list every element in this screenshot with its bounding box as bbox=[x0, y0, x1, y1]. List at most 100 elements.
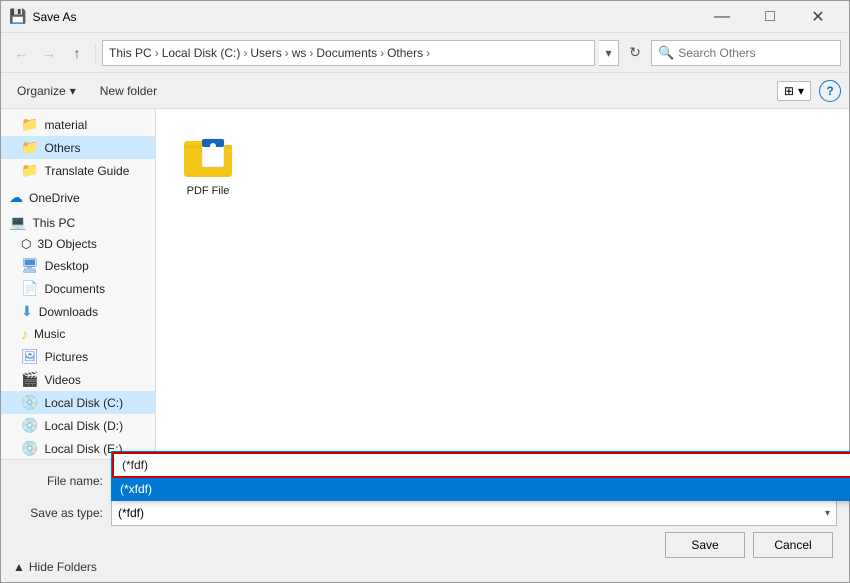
sidebar-item-local-disk-d-label: Local Disk (D:) bbox=[44, 419, 123, 433]
sidebar-item-translate-guide[interactable]: 📁 Translate Guide bbox=[1, 159, 155, 182]
sidebar-item-this-pc[interactable]: 💻 This PC bbox=[1, 211, 155, 234]
sidebar-item-music[interactable]: ♪ Music bbox=[1, 323, 155, 345]
filetype-value: (*fdf) bbox=[118, 506, 144, 520]
filetype-label: Save as type: bbox=[13, 506, 103, 520]
pdf-folder-icon bbox=[182, 129, 234, 181]
up-button[interactable]: ↑ bbox=[65, 41, 89, 65]
sidebar-item-others-label: Others bbox=[44, 141, 80, 155]
address-dropdown[interactable]: ▾ bbox=[599, 40, 619, 66]
close-button[interactable]: ✕ bbox=[795, 1, 841, 33]
help-button[interactable]: ? bbox=[819, 80, 841, 102]
download-icon: ⬇ bbox=[21, 303, 33, 320]
collapse-icon: ▲ bbox=[13, 560, 25, 574]
folder-icon: 📁 bbox=[21, 116, 38, 133]
file-item-pdf[interactable]: PDF File bbox=[168, 121, 248, 205]
hide-folders-row: ▲ Hide Folders bbox=[13, 560, 837, 574]
organize-arrow-icon: ▾ bbox=[70, 84, 76, 98]
dialog-title: Save As bbox=[32, 10, 699, 24]
docs-icon: 📄 bbox=[21, 280, 38, 297]
sidebar-item-desktop-label: Desktop bbox=[45, 259, 89, 273]
nav-separator bbox=[95, 43, 96, 63]
breadcrumb-ws: ws bbox=[292, 46, 307, 60]
view-arrow-icon: ▾ bbox=[798, 84, 804, 98]
sidebar-item-downloads[interactable]: ⬇ Downloads bbox=[1, 300, 155, 323]
organize-button[interactable]: Organize ▾ bbox=[9, 81, 84, 101]
sidebar-item-3d-objects-label: 3D Objects bbox=[37, 237, 96, 251]
sidebar-item-local-disk-c-label: Local Disk (C:) bbox=[44, 396, 123, 410]
sidebar-item-onedrive-label: OneDrive bbox=[29, 191, 80, 205]
view-button[interactable]: ⊞ ▾ bbox=[777, 81, 811, 101]
button-row: Save Cancel bbox=[13, 532, 837, 558]
bottom-area: File name: ▾ Save as type: (*fdf) ▾ (*fd… bbox=[1, 459, 849, 582]
desktop-icon: 🖥 bbox=[21, 257, 39, 274]
view-icon: ⊞ bbox=[784, 84, 794, 98]
sidebar-item-material-label: material bbox=[44, 118, 87, 132]
content-area: 📁 material 📁 Others 📁 Translate Guide ☁ … bbox=[1, 109, 849, 459]
sidebar-item-pictures[interactable]: 🖼 Pictures bbox=[1, 345, 155, 368]
sidebar-item-videos[interactable]: 🎬 Videos bbox=[1, 368, 155, 391]
breadcrumb-documents: Documents bbox=[316, 46, 377, 60]
new-folder-label: New folder bbox=[100, 84, 157, 98]
save-button[interactable]: Save bbox=[665, 532, 745, 558]
pc-icon: 💻 bbox=[9, 214, 26, 231]
breadcrumb-localdisk: Local Disk (C:) bbox=[162, 46, 241, 60]
cube-icon: ⬡ bbox=[21, 237, 31, 251]
sidebar-item-videos-label: Videos bbox=[44, 373, 80, 387]
title-bar: 💾 Save As — □ ✕ bbox=[1, 1, 849, 33]
minimize-button[interactable]: — bbox=[699, 1, 745, 33]
drive-icon: 💿 bbox=[21, 440, 38, 457]
main-content: PDF File bbox=[156, 109, 849, 459]
onedrive-icon: ☁ bbox=[9, 189, 23, 206]
sidebar-item-local-disk-d[interactable]: 💿 Local Disk (D:) bbox=[1, 414, 155, 437]
sidebar-item-music-label: Music bbox=[34, 327, 65, 341]
maximize-button[interactable]: □ bbox=[747, 1, 793, 33]
breadcrumb-users: Users bbox=[250, 46, 281, 60]
search-input[interactable] bbox=[678, 46, 834, 60]
toolbar: ← → ↑ This PC › Local Disk (C:) › Users … bbox=[1, 33, 849, 73]
forward-button[interactable]: → bbox=[37, 41, 61, 65]
sidebar-item-onedrive[interactable]: ☁ OneDrive bbox=[1, 186, 155, 209]
filename-label: File name: bbox=[13, 474, 103, 488]
breadcrumb-others: Others bbox=[387, 46, 423, 60]
hide-folders-label: Hide Folders bbox=[29, 560, 97, 574]
drive-icon: 💿 bbox=[21, 417, 38, 434]
back-button[interactable]: ← bbox=[9, 41, 33, 65]
hide-folders-button[interactable]: ▲ Hide Folders bbox=[13, 560, 97, 574]
drive-icon: 💿 bbox=[21, 394, 38, 411]
action-bar: Organize ▾ New folder ⊞ ▾ ? bbox=[1, 73, 849, 109]
sidebar-item-material[interactable]: 📁 material bbox=[1, 113, 155, 136]
filetype-dropdown-icon: ▾ bbox=[825, 508, 830, 519]
sidebar-item-local-disk-c[interactable]: 💿 Local Disk (C:) bbox=[1, 391, 155, 414]
video-icon: 🎬 bbox=[21, 371, 38, 388]
file-item-pdf-label: PDF File bbox=[187, 185, 230, 197]
breadcrumb-thispc: This PC bbox=[109, 46, 152, 60]
filetype-option-fdf[interactable]: (*fdf) bbox=[112, 452, 850, 478]
sidebar-item-3d-objects[interactable]: ⬡ 3D Objects bbox=[1, 234, 155, 254]
new-folder-button[interactable]: New folder bbox=[92, 81, 165, 101]
sidebar-item-desktop[interactable]: 🖥 Desktop bbox=[1, 254, 155, 277]
sidebar-item-documents-label: Documents bbox=[44, 282, 105, 296]
sidebar-item-translate-guide-label: Translate Guide bbox=[44, 164, 129, 178]
folder-icon: 📁 bbox=[21, 162, 38, 179]
filetype-dropdown: (*fdf) (*xfdf) bbox=[111, 451, 850, 501]
sidebar-item-pictures-label: Pictures bbox=[45, 350, 88, 364]
filetype-select[interactable]: (*fdf) ▾ (*fdf) (*xfdf) bbox=[111, 500, 837, 526]
save-as-dialog: 💾 Save As — □ ✕ ← → ↑ This PC › Local Di… bbox=[0, 0, 850, 583]
search-icon: 🔍 bbox=[658, 45, 674, 61]
sidebar-item-downloads-label: Downloads bbox=[39, 305, 98, 319]
search-box[interactable]: 🔍 bbox=[651, 40, 841, 66]
cancel-button[interactable]: Cancel bbox=[753, 532, 833, 558]
pdf-folder-svg bbox=[182, 131, 234, 179]
sidebar-item-others[interactable]: 📁 Others bbox=[1, 136, 155, 159]
picture-icon: 🖼 bbox=[21, 348, 39, 365]
refresh-button[interactable]: ↻ bbox=[623, 41, 647, 65]
dialog-icon: 💾 bbox=[9, 8, 26, 25]
address-bar[interactable]: This PC › Local Disk (C:) › Users › ws ›… bbox=[102, 40, 595, 66]
folder-icon: 📁 bbox=[21, 139, 38, 156]
organize-label: Organize bbox=[17, 84, 66, 98]
sidebar-item-this-pc-label: This PC bbox=[32, 216, 75, 230]
sidebar: 📁 material 📁 Others 📁 Translate Guide ☁ … bbox=[1, 109, 156, 459]
window-controls: — □ ✕ bbox=[699, 1, 841, 33]
sidebar-item-documents[interactable]: 📄 Documents bbox=[1, 277, 155, 300]
filetype-option-xfdf[interactable]: (*xfdf) bbox=[112, 478, 850, 500]
